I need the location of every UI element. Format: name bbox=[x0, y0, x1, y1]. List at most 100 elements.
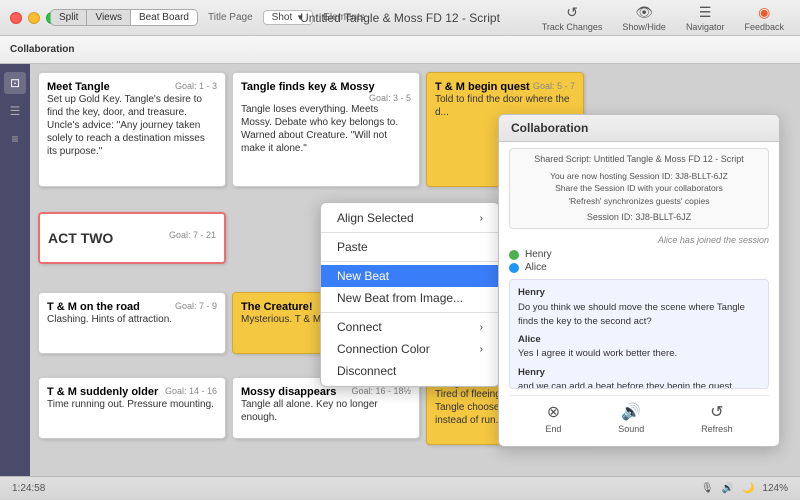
refresh-icon: ↺ bbox=[710, 402, 723, 422]
feedback-icon: ◉ bbox=[758, 4, 770, 21]
feedback-label: Feedback bbox=[744, 22, 784, 32]
feedback-button[interactable]: ◉ Feedback bbox=[738, 2, 790, 34]
submenu-arrow: › bbox=[480, 344, 483, 355]
track-changes-label: Track Changes bbox=[542, 22, 603, 32]
hosting-info: You are now hosting Session ID: 3J8-BLLT… bbox=[518, 170, 760, 208]
menu-item-connection-color[interactable]: Connection Color › bbox=[321, 338, 499, 360]
shared-script-label: Shared Script: Untitled Tangle & Moss FD… bbox=[518, 153, 760, 167]
collab-header: Collaboration bbox=[499, 115, 779, 142]
session-id-label: Session ID: 3J8-BLLT-6JZ bbox=[518, 211, 760, 225]
close-button[interactable] bbox=[10, 12, 22, 24]
beat-board[interactable]: Meet Tangle Goal: 1 - 3 Set up Gold Key.… bbox=[30, 64, 800, 476]
menu-label: Paste bbox=[337, 240, 368, 254]
views-button[interactable]: Views bbox=[87, 10, 131, 25]
card-goal: Goal: 7 - 9 bbox=[175, 301, 217, 311]
navigator-icon: ☰ bbox=[699, 4, 712, 21]
menu-label: New Beat from Image... bbox=[337, 291, 463, 305]
card-tm-on-road[interactable]: T & M on the road Goal: 7 - 9 Clashing. … bbox=[38, 292, 226, 354]
chat-text: and we can add a beat before they begin … bbox=[518, 381, 732, 390]
collab-users: Henry Alice bbox=[509, 249, 769, 273]
card-tangle-finds-key[interactable]: Tangle finds key & Mossy Goal: 3 - 5 Tan… bbox=[232, 72, 420, 187]
end-icon: ⊗ bbox=[547, 402, 560, 422]
menu-label: Disconnect bbox=[337, 364, 396, 378]
minimize-button[interactable] bbox=[28, 12, 40, 24]
collab-user-henry: Henry bbox=[509, 249, 769, 260]
navigator-button[interactable]: ☰ Navigator bbox=[680, 2, 731, 34]
card-body: Set up Gold Key. Tangle's desire to find… bbox=[47, 93, 217, 158]
chat-text: Do you think we should move the scene wh… bbox=[518, 302, 745, 327]
zoom-level: 124% bbox=[762, 483, 788, 494]
card-body: Time running out. Pressure mounting. bbox=[47, 398, 217, 411]
card-title: The Creature! bbox=[241, 301, 313, 313]
card-meet-tangle[interactable]: Meet Tangle Goal: 1 - 3 Set up Gold Key.… bbox=[38, 72, 226, 187]
refresh-button[interactable]: ↺ Refresh bbox=[701, 402, 733, 434]
user-dot-alice bbox=[509, 263, 519, 273]
menu-item-align[interactable]: Align Selected › bbox=[321, 207, 499, 229]
second-toolbar: Collaboration bbox=[0, 36, 800, 64]
submenu-arrow: › bbox=[480, 322, 483, 333]
sound-icon: 🔊 bbox=[621, 402, 641, 422]
card-goal: Goal: 5 - 7 bbox=[533, 81, 575, 91]
card-tm-suddenly-older[interactable]: T & M suddenly older Goal: 14 - 16 Time … bbox=[38, 377, 226, 439]
menu-item-new-beat-image[interactable]: New Beat from Image... bbox=[321, 287, 499, 309]
chat-speaker: Henry bbox=[518, 367, 545, 378]
beat-board-button[interactable]: Beat Board bbox=[131, 10, 197, 25]
chat-text: Yes I agree it would work better there. bbox=[518, 348, 677, 359]
card-goal: Goal: 14 - 16 bbox=[165, 386, 217, 396]
card-goal: Goal: 7 - 21 bbox=[169, 230, 216, 240]
card-body: Clashing. Hints of attraction. bbox=[47, 313, 217, 326]
menu-label: Connect bbox=[337, 320, 382, 334]
show-hide-button[interactable]: 👁 Show/Hide bbox=[616, 2, 672, 34]
split-button[interactable]: Split bbox=[51, 10, 87, 25]
menu-item-connect[interactable]: Connect › bbox=[321, 316, 499, 338]
navigator-label: Navigator bbox=[686, 22, 725, 32]
sidebar-icon-board[interactable]: ⊡ bbox=[4, 72, 26, 94]
position-display: 1:24:58 bbox=[12, 483, 45, 494]
shot-label: Shot bbox=[272, 12, 293, 23]
show-hide-label: Show/Hide bbox=[622, 22, 666, 32]
speaker-icon: 🔊 bbox=[722, 483, 734, 494]
main-canvas: ⊡ ☰ ≡ Meet Tangle Goal: 1 - 3 Set up Gol… bbox=[0, 64, 800, 476]
card-body: Tangle all alone. Key no longer enough. bbox=[241, 398, 411, 424]
user-name-henry: Henry bbox=[525, 249, 552, 260]
menu-item-new-beat[interactable]: New Beat bbox=[321, 265, 499, 287]
menu-item-disconnect[interactable]: Disconnect bbox=[321, 360, 499, 382]
menu-label: Align Selected bbox=[337, 211, 414, 225]
sound-label: Sound bbox=[618, 424, 644, 434]
sound-button[interactable]: 🔊 Sound bbox=[618, 402, 644, 434]
window-title: Untitled Tangle & Moss FD 12 - Script bbox=[300, 11, 500, 25]
chat-message-3: Henry and we can add a beat before they … bbox=[518, 366, 760, 390]
collab-body: Shared Script: Untitled Tangle & Moss FD… bbox=[499, 142, 779, 446]
collaboration-tab[interactable]: Collaboration bbox=[10, 44, 74, 55]
card-body: Tangle loses everything. Meets Mossy. De… bbox=[241, 103, 411, 155]
microphone-icon: 🎙 bbox=[701, 483, 714, 494]
menu-separator bbox=[321, 312, 499, 313]
titlebar: Split Views Beat Board Title Page Shot ▼… bbox=[0, 0, 800, 36]
chat-message-2: Alice Yes I agree it would work better t… bbox=[518, 333, 760, 362]
refresh-label: Refresh bbox=[701, 424, 733, 434]
menu-label: Connection Color bbox=[337, 342, 430, 356]
eye-icon: 👁 bbox=[635, 4, 653, 21]
collab-user-alice: Alice bbox=[509, 262, 769, 273]
chat-speaker: Alice bbox=[518, 334, 541, 345]
statusbar-right: 🎙 🔊 🌙 124% bbox=[701, 483, 788, 494]
sidebar-icon-list[interactable]: ☰ bbox=[4, 100, 26, 122]
sidebar-icon-outline[interactable]: ≡ bbox=[4, 128, 26, 150]
toolbar-right: ↺ Track Changes 👁 Show/Hide ☰ Navigator … bbox=[536, 2, 790, 34]
zoom-control[interactable]: 124% bbox=[762, 483, 788, 494]
track-changes-icon: ↺ bbox=[566, 4, 578, 21]
track-changes-button[interactable]: ↺ Track Changes bbox=[536, 2, 609, 34]
left-sidebar: ⊡ ☰ ≡ bbox=[0, 64, 30, 476]
menu-separator bbox=[321, 232, 499, 233]
moon-icon: 🌙 bbox=[742, 483, 754, 494]
card-title: Mossy disappears bbox=[241, 386, 336, 398]
split-views-segment: Split Views Beat Board bbox=[50, 9, 198, 26]
card-goal: Goal: 16 - 18½ bbox=[351, 386, 411, 396]
card-act-two[interactable]: ACT TWO Goal: 7 - 21 bbox=[38, 212, 226, 264]
menu-item-paste[interactable]: Paste bbox=[321, 236, 499, 258]
menu-label: New Beat bbox=[337, 269, 389, 283]
end-label: End bbox=[545, 424, 561, 434]
chat-speaker: Henry bbox=[518, 287, 545, 298]
card-title: Tangle finds key & Mossy bbox=[241, 81, 375, 93]
end-button[interactable]: ⊗ End bbox=[545, 402, 561, 434]
